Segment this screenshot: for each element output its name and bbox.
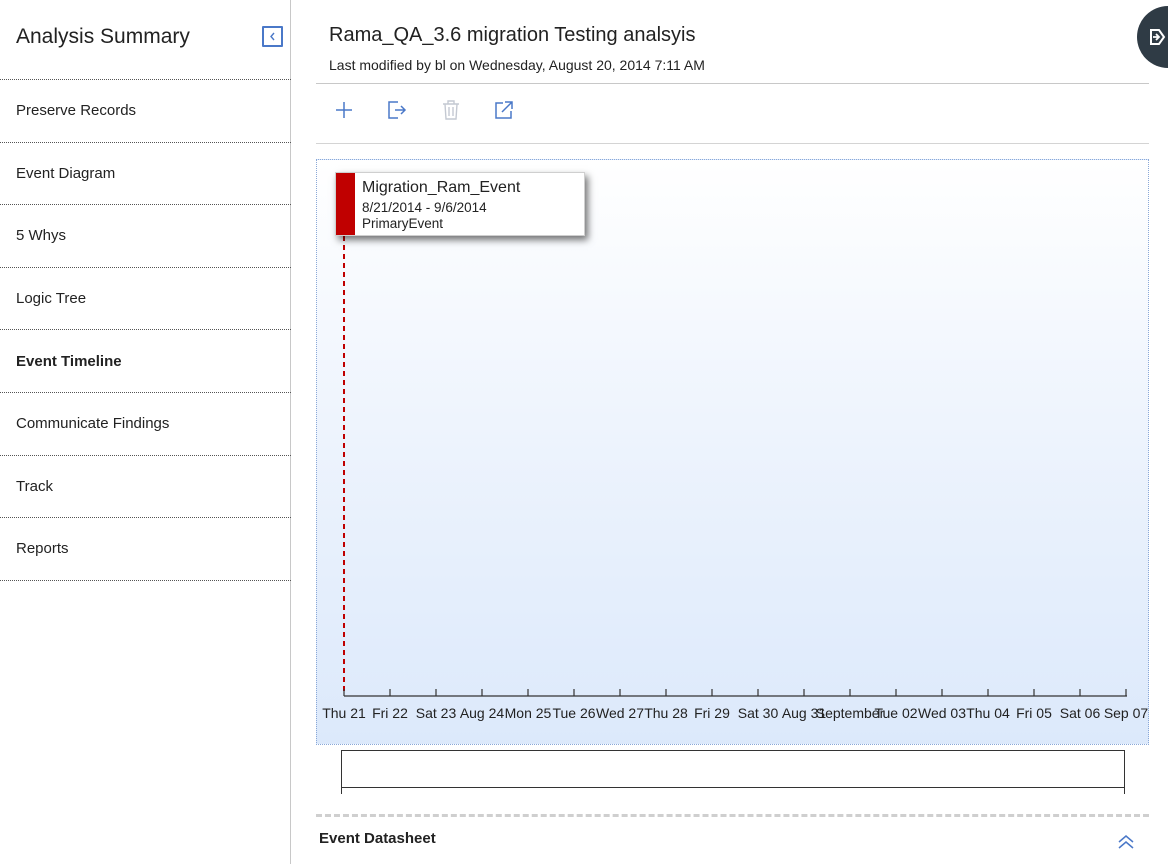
event-timeline-chart[interactable]: Thu 21 Fri 22 Sat 23 Aug 24 Mon 25 Tue 26 Wed … xyxy=(316,159,1149,745)
sidebar-item-label: Event Timeline xyxy=(16,352,122,370)
sidebar-item-event-diagram[interactable]: Event Diagram xyxy=(0,143,291,206)
timeline-overview-range[interactable] xyxy=(341,750,1125,788)
chevron-left-icon xyxy=(270,32,275,41)
sidebar-title: Analysis Summary xyxy=(16,25,190,48)
sidebar-item-label: 5 Whys xyxy=(16,227,67,245)
add-button[interactable] xyxy=(331,97,357,123)
timeline-tick-label: Thu 28 xyxy=(644,705,688,721)
sidebar-item-label: Logic Tree xyxy=(16,290,87,308)
toolbar-divider xyxy=(316,143,1149,144)
sidebar-item-logic-tree[interactable]: Logic Tree xyxy=(0,268,291,331)
timeline-tick-label: Mon 25 xyxy=(505,705,552,721)
sidebar-item-label: Track xyxy=(16,477,53,495)
sidebar-item-reports[interactable]: Reports xyxy=(0,518,291,581)
timeline-tick-label: Wed 27 xyxy=(596,705,644,721)
open-external-button[interactable] xyxy=(491,97,517,123)
timeline-ticks: Thu 21 Fri 22 Sat 23 Aug 24 Mon 25 Tue 26 Wed … xyxy=(322,689,1148,721)
trash-icon xyxy=(443,100,459,120)
timeline-tick-label: Fri 22 xyxy=(372,705,408,721)
export-icon xyxy=(388,101,407,119)
timeline-tick-label: Fri 05 xyxy=(1016,705,1052,721)
timeline-tick-label: Sat 06 xyxy=(1060,705,1101,721)
sidebar-item-label: Event Diagram xyxy=(16,164,116,182)
double-chevron-up-icon xyxy=(1118,835,1134,849)
sidebar-item-5-whys[interactable]: 5 Whys xyxy=(0,205,291,268)
plus-icon xyxy=(336,102,352,118)
timeline-tick-label: Tue 26 xyxy=(552,705,595,721)
collapse-sidebar-button[interactable] xyxy=(262,26,283,47)
timeline-axis-svg: Thu 21 Fri 22 Sat 23 Aug 24 Mon 25 Tue 26 Wed … xyxy=(322,236,1148,721)
sidebar-nav: Preserve Records Event Diagram 5 Whys Lo… xyxy=(0,79,291,581)
export-button[interactable] xyxy=(384,97,410,123)
sidebar-item-track[interactable]: Track xyxy=(0,456,291,519)
timeline-tick-label: Sat 23 xyxy=(416,705,457,721)
event-datasheet-heading: Event Datasheet xyxy=(319,830,436,847)
timeline-tick-label: Thu 04 xyxy=(966,705,1010,721)
external-link-icon xyxy=(495,101,513,119)
event-color-bar xyxy=(336,173,355,235)
timeline-tick-label: Fri 29 xyxy=(694,705,730,721)
sidebar-item-label: Reports xyxy=(16,540,69,558)
floating-action-button[interactable] xyxy=(1137,6,1168,68)
timeline-tick-label: Sat 30 xyxy=(738,705,779,721)
sidebar-item-label: Preserve Records xyxy=(16,102,137,120)
sidebar-item-communicate-findings[interactable]: Communicate Findings xyxy=(0,393,291,456)
sign-in-icon xyxy=(1150,29,1166,45)
sidebar-item-event-timeline[interactable]: Event Timeline xyxy=(0,330,291,393)
page-title: Rama_QA_3.6 migration Testing analsyis xyxy=(329,24,696,46)
timeline-tick-label: Aug 24 xyxy=(460,705,505,721)
sidebar-item-label: Communicate Findings xyxy=(16,415,170,433)
sidebar: Analysis Summary Preserve Records Event … xyxy=(0,0,291,864)
last-modified-text: Last modified by bl on Wednesday, August… xyxy=(329,57,705,73)
event-type: PrimaryEvent xyxy=(362,216,444,231)
event-dates: 8/21/2014 - 9/6/2014 xyxy=(362,200,487,215)
sidebar-item-preserve-records[interactable]: Preserve Records xyxy=(0,80,291,143)
delete-button[interactable] xyxy=(438,97,464,123)
timeline-tick-label: Wed 03 xyxy=(918,705,966,721)
overview-axis xyxy=(341,788,1125,794)
timeline-tick-label: Thu 21 xyxy=(322,705,366,721)
event-name: Migration_Ram_Event xyxy=(362,179,521,196)
datasheet-toggle-button[interactable] xyxy=(1116,833,1136,851)
timeline-tick-label: Sep 07 xyxy=(1104,705,1149,721)
datasheet-divider xyxy=(316,814,1149,817)
event-card[interactable]: Migration_Ram_Event 8/21/2014 - 9/6/2014… xyxy=(335,172,585,236)
header-divider xyxy=(316,83,1149,84)
timeline-tick-label: Tue 02 xyxy=(874,705,917,721)
